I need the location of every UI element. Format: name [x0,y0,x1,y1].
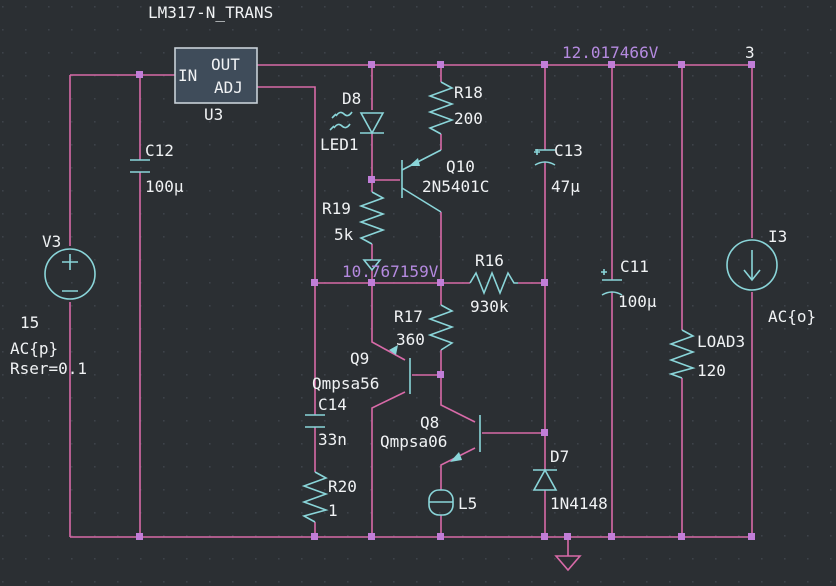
q9-model: Qmpsa56 [312,374,379,393]
r16-value: 930k [470,297,509,316]
q10-model: 2N5401C [422,177,489,196]
r20-value: 1 [328,501,338,520]
d7-model: 1N4148 [550,494,608,513]
c11-value: 100µ [618,292,657,311]
i3-current-source[interactable] [726,239,778,291]
v3-rser: Rser=0.1 [10,359,87,378]
junctions [136,61,755,540]
r17-ref: R17 [394,307,423,326]
v3-value: 15 [20,313,39,332]
schematic-title: LM317-N_TRANS [148,3,273,22]
i3-ref: I3 [768,227,787,246]
grid-dots [2,6,832,583]
load3-ref: LOAD3 [697,332,745,351]
node-voltage-mid: 10.767159V [342,262,439,281]
q9-ref: Q9 [350,349,369,368]
q8-ref: Q8 [420,413,439,432]
r17-resistor[interactable] [427,304,455,351]
v3-voltage-source[interactable] [44,248,96,300]
schematic[interactable]: LM317-N_TRANS IN OUT ADJ U3 12.017466V 3… [0,0,836,586]
r18-value: 200 [454,109,483,128]
u3-pin-out: OUT [211,55,240,74]
i3-value: AC{o} [768,307,816,326]
r18-ref: R18 [454,83,483,102]
q10-ref: Q10 [446,157,475,176]
c12-ref: C12 [145,141,174,160]
c14-capacitor[interactable] [305,414,325,428]
c13-value: 47µ [551,177,580,196]
v3-ac: AC{p} [10,339,58,358]
load3-resistor[interactable] [668,329,696,379]
d7-diode[interactable] [532,468,558,491]
c13-ref: C13 [554,141,583,160]
r20-ref: R20 [328,477,357,496]
u3-ref: U3 [204,105,223,124]
r18-resistor[interactable] [427,81,455,135]
c14-value: 33n [318,430,347,449]
r19-value: 5k [334,225,354,244]
schematic-canvas[interactable]: LM317-N_TRANS IN OUT ADJ U3 12.017466V 3… [0,0,836,586]
d7-ref: D7 [550,447,569,466]
wire-adj [257,86,316,283]
q8-model: Qmpsa06 [380,432,447,451]
r17-value: 360 [396,330,425,349]
r16-resistor[interactable] [469,270,518,296]
c14-ref: C14 [318,395,347,414]
l5-ref: L5 [458,494,477,513]
d8-led[interactable] [329,111,385,135]
r16-ref: R16 [475,251,504,270]
v3-ref: V3 [42,232,61,251]
net-label-3: 3 [745,43,755,62]
node-voltage-out: 12.017466V [562,43,659,62]
r20-resistor[interactable] [301,471,329,523]
ground-symbol [554,555,582,572]
c13-capacitor[interactable] [534,149,556,166]
l5-inductor[interactable] [428,489,454,516]
c12-capacitor[interactable] [130,159,150,173]
d8-ref: D8 [342,89,361,108]
c12-value: 100µ [145,177,184,196]
d8-model: LED1 [320,135,359,154]
u3-pin-in: IN [178,66,197,85]
q8-transistor[interactable] [450,415,481,462]
load3-value: 120 [697,361,726,380]
c11-ref: C11 [620,257,649,276]
r19-ref: R19 [322,199,351,218]
r19-resistor[interactable] [358,191,386,245]
u3-pin-adj: ADJ [214,78,243,97]
